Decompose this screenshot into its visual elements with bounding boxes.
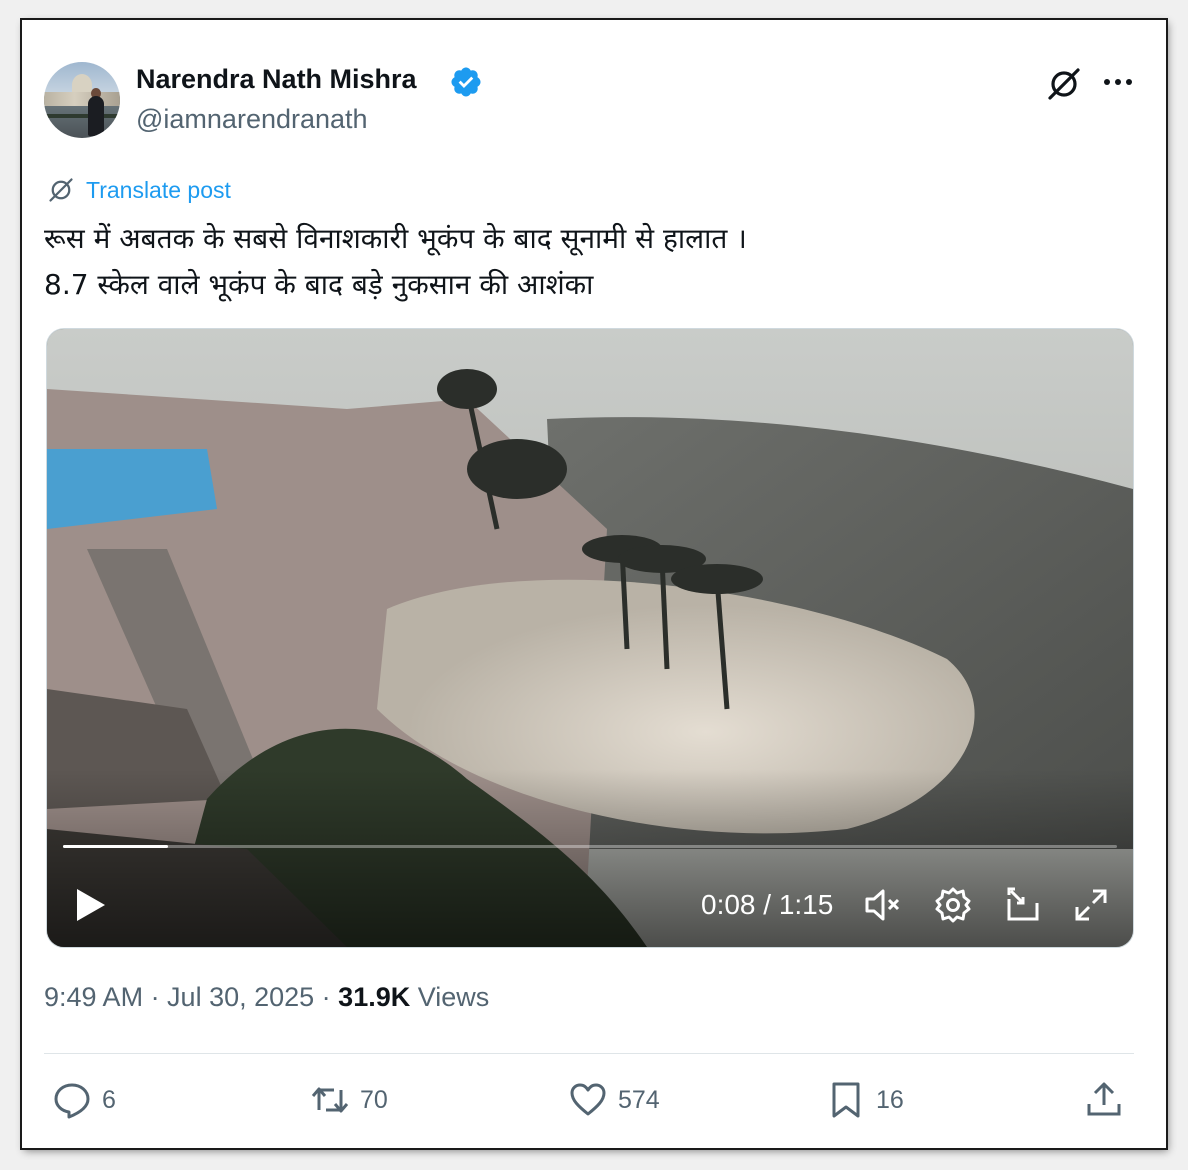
reply-icon	[54, 1083, 90, 1119]
repost-button[interactable]: 70	[310, 1078, 388, 1122]
translate-icon	[49, 178, 73, 202]
verified-badge-icon	[451, 67, 481, 97]
post-text: रूस में अबतक के सबसे विनाशकारी भूकंप के …	[44, 216, 1134, 308]
video-time: 0:08 / 1:15	[701, 889, 834, 920]
bookmark-icon	[832, 1082, 860, 1118]
settings-icon[interactable]	[933, 885, 973, 925]
reply-button[interactable]: 6	[52, 1078, 116, 1122]
fullscreen-icon[interactable]	[1071, 885, 1111, 925]
more-icon[interactable]	[1100, 70, 1136, 94]
play-icon[interactable]	[73, 885, 109, 925]
video-player[interactable]: 0:08 / 1:15	[46, 328, 1134, 948]
views-label: Views	[410, 982, 490, 1012]
share-icon	[1087, 1082, 1121, 1116]
repost-icon	[311, 1087, 349, 1113]
author-handle[interactable]: @iamnarendranath	[136, 104, 368, 135]
post-timestamp[interactable]: 9:49 AM · Jul 30, 2025 ·	[44, 982, 338, 1012]
mute-icon[interactable]	[863, 885, 903, 925]
post-line-2: 8.7 स्केल वाले भूकंप के बाद बड़े नुकसान …	[44, 268, 594, 301]
translate-post-link[interactable]: Translate post	[46, 174, 231, 206]
video-progress-bar[interactable]	[63, 845, 1117, 848]
heart-icon	[570, 1083, 606, 1116]
video-progress-fill	[63, 845, 169, 848]
share-button[interactable]	[1084, 1078, 1124, 1122]
repost-count: 70	[360, 1085, 388, 1114]
video-frame	[47, 329, 1133, 947]
bookmark-button[interactable]: 16	[826, 1078, 904, 1122]
translate-label: Translate post	[86, 176, 231, 203]
pip-icon[interactable]	[1003, 885, 1043, 925]
post-line-1: रूस में अबतक के सबसे विनाशकारी भूकंप के …	[44, 222, 747, 255]
tweet-card: Narendra Nath Mishra @iamnarendranath Tr…	[22, 20, 1166, 1148]
bookmark-count: 16	[876, 1085, 904, 1114]
divider	[44, 1053, 1134, 1054]
like-button[interactable]: 574	[568, 1078, 660, 1122]
reply-count: 6	[102, 1085, 116, 1114]
views-count: 31.9K	[338, 982, 411, 1012]
grok-icon[interactable]	[1044, 64, 1084, 104]
author-name[interactable]: Narendra Nath Mishra	[136, 64, 417, 95]
like-count: 574	[618, 1085, 660, 1114]
avatar[interactable]	[44, 62, 120, 138]
post-meta: 9:49 AM · Jul 30, 2025 · 31.9K Views	[44, 982, 489, 1013]
